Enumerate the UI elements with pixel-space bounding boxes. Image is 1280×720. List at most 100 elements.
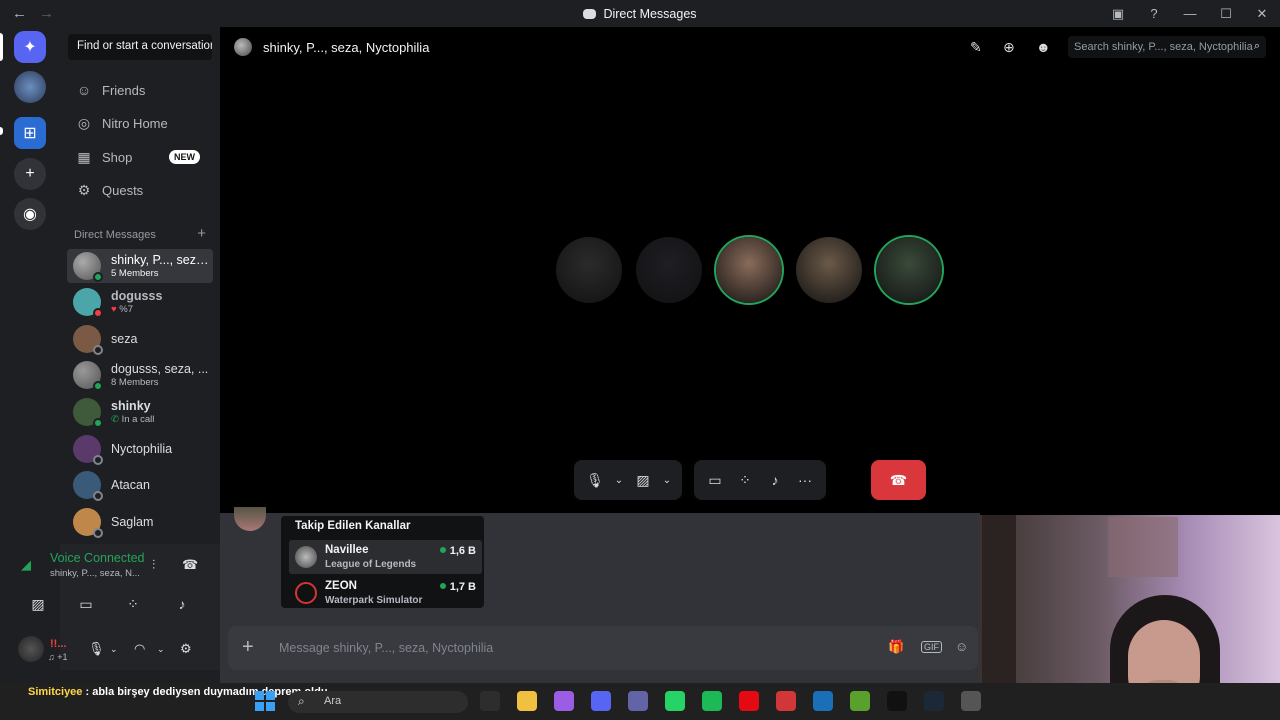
chevron-down-icon[interactable]: ⌄ — [658, 475, 676, 486]
taskbar-app-icon[interactable] — [887, 691, 907, 711]
voice-connected-panel: Voice Connected shinky, P..., seza, N...… — [31, 544, 220, 630]
soundboard-icon[interactable]: ♪ — [760, 472, 790, 488]
activities-icon[interactable]: ⁘ — [115, 590, 151, 618]
add-server-icon[interactable]: + — [14, 158, 46, 190]
find-conversation-button[interactable]: Find or start a conversation — [68, 34, 212, 60]
activities-icon[interactable]: ⁘ — [730, 472, 760, 489]
more-options-icon[interactable]: ··· — [790, 472, 820, 488]
nav-quests[interactable]: ⚙ Quests — [68, 175, 212, 205]
taskbar-app-icon[interactable] — [702, 691, 722, 711]
taskbar-app-icon[interactable] — [628, 691, 648, 711]
participant-tile[interactable] — [876, 237, 942, 303]
windows-start-icon[interactable] — [255, 691, 275, 711]
dm-item[interactable]: dogusss ♥ %7 — [67, 285, 213, 319]
taskbar-app-icon[interactable] — [924, 691, 944, 711]
channel-name: ZEON — [325, 580, 357, 592]
popup-title: Takip Edilen Kanallar — [295, 520, 411, 532]
voice-status[interactable]: Voice Connected — [50, 551, 145, 565]
add-member-icon[interactable]: ⊕ — [1003, 39, 1015, 56]
discover-compass-icon[interactable]: ◉ — [14, 198, 46, 230]
taskbar-app-icon[interactable] — [739, 691, 759, 711]
screen-share-icon[interactable]: ▭ — [68, 590, 104, 618]
taskbar-app-icon[interactable] — [961, 691, 981, 711]
dm-item[interactable]: shinky, P..., seza, Nyctophilia5 Members — [67, 249, 213, 283]
participant-tile[interactable] — [716, 237, 782, 303]
search-icon: ⌕ — [1253, 40, 1260, 52]
server-avatar-2[interactable]: ⊞ — [14, 117, 46, 149]
gift-icon[interactable]: 🎁 — [888, 639, 904, 655]
friends-icon: ☺ — [76, 82, 92, 98]
inbox-icon[interactable]: ▣ — [1100, 6, 1136, 22]
call-controls: 🎙 ⌄ ▨ ⌄ ▭ ⁘ ♪ ··· — [574, 460, 838, 500]
channel-row[interactable]: ZEON Waterpark Simulator 1,7 B — [289, 576, 482, 610]
camera-off-icon[interactable]: ▨ — [20, 590, 56, 618]
participant-tile[interactable] — [556, 237, 622, 303]
live-dot-icon — [439, 547, 446, 553]
microphone-icon[interactable]: 🎙 — [88, 641, 105, 657]
channel-name: Navillee — [325, 544, 369, 556]
help-icon[interactable]: ? — [1136, 6, 1172, 21]
chevron-down-icon[interactable]: ⌄ — [610, 475, 628, 486]
dm-name: shinky, P..., seza, Nyctophilia — [111, 253, 211, 267]
disconnect-icon[interactable]: ☎ — [182, 557, 198, 573]
dm-item[interactable]: seza — [67, 322, 213, 356]
screen-share-icon[interactable]: ▭ — [700, 472, 730, 489]
chat-username: Simitciyee — [28, 686, 83, 698]
create-dm-plus-icon[interactable]: + — [197, 226, 206, 241]
hang-up-button[interactable]: ☎ — [871, 460, 926, 500]
close-button[interactable]: ✕ — [1244, 6, 1280, 22]
avatar[interactable] — [18, 636, 44, 662]
nav-label: Friends — [102, 82, 146, 98]
dm-item[interactable]: Saglam — [67, 505, 213, 539]
nav-shop[interactable]: ▦ Shop NEW — [68, 142, 212, 172]
avatar — [73, 361, 103, 391]
soundboard-icon[interactable]: ♪ — [164, 590, 200, 618]
minimize-button[interactable]: — — [1172, 6, 1208, 21]
dm-item[interactable]: Nyctophilia — [67, 432, 213, 466]
headphones-icon[interactable]: ◠ — [134, 641, 145, 657]
sticker-icon[interactable]: ☺ — [955, 639, 968, 654]
chevron-down-icon[interactable]: ⌄ — [110, 644, 118, 655]
nav-nitro-home[interactable]: ◎ Nitro Home — [68, 108, 212, 138]
nav-friends[interactable]: ☺ Friends — [68, 75, 212, 105]
dm-item[interactable]: dogusss, seza, ... 8 Members — [67, 358, 213, 392]
taskbar-app-icon[interactable] — [776, 691, 796, 711]
taskbar-app-icon[interactable] — [554, 691, 574, 711]
dm-item[interactable]: shinky ✆ In a call — [67, 395, 213, 429]
hang-up-icon: ☎ — [889, 471, 908, 488]
microphone-icon[interactable]: 🎙 — [580, 472, 610, 489]
home-discord-icon[interactable]: ✦ — [14, 31, 46, 63]
server-avatar-1[interactable] — [14, 71, 46, 103]
chevron-down-icon[interactable]: ⌄ — [157, 644, 165, 655]
taskbar-app-icon[interactable] — [665, 691, 685, 711]
search-icon: ⌕ — [298, 694, 305, 708]
member-list-icon[interactable]: ☻ — [1036, 39, 1051, 55]
message-input[interactable]: + Message shinky, P..., seza, Nyctophili… — [228, 626, 978, 670]
dm-item[interactable]: Atacan — [67, 468, 213, 502]
maximize-button[interactable]: ☐ — [1208, 6, 1244, 22]
pin-icon[interactable]: ✎ — [970, 39, 982, 56]
noise-suppression-icon[interactable]: ⫶ — [152, 557, 155, 573]
viewer-count-text: 1,7 B — [449, 581, 476, 593]
search-input[interactable]: Search shinky, P..., seza, Nyctophilia ⌕ — [1068, 36, 1266, 58]
dm-sub-text: In a call — [121, 414, 155, 425]
attach-plus-icon[interactable]: + — [242, 636, 254, 658]
settings-gear-icon[interactable]: ⚙ — [180, 641, 192, 657]
taskbar-app-icon[interactable] — [813, 691, 833, 711]
channel-game: Waterpark Simulator — [325, 595, 423, 606]
nav-label: Quests — [102, 182, 144, 198]
channel-row[interactable]: Navillee League of Legends 1,6 B — [289, 540, 482, 574]
call-title[interactable]: shinky, P..., seza, Nyctophilia — [263, 40, 429, 55]
dm-header-label: Direct Messages — [74, 229, 156, 241]
taskbar-app-icon[interactable] — [850, 691, 870, 711]
dm-name: Nyctophilia — [111, 442, 173, 456]
taskbar-app-icon[interactable] — [591, 691, 611, 711]
webcam-shelf — [1108, 517, 1178, 577]
taskbar-app-icon[interactable] — [517, 691, 537, 711]
gif-icon[interactable]: GIF — [921, 641, 942, 653]
participant-tile[interactable] — [796, 237, 862, 303]
participant-tile[interactable] — [636, 237, 702, 303]
taskbar-search[interactable]: ⌕ Ara — [288, 691, 468, 713]
taskbar-app-icon[interactable] — [480, 691, 500, 711]
camera-off-icon[interactable]: ▨ — [628, 472, 658, 489]
